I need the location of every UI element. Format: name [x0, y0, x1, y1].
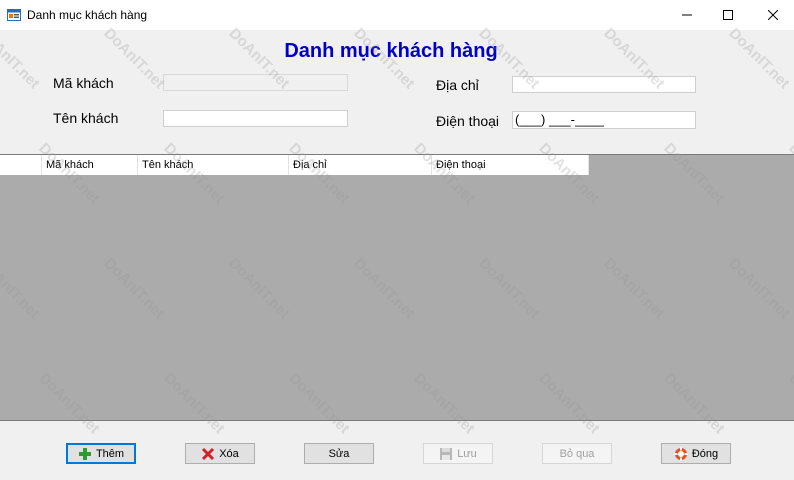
bo-qua-button[interactable]: Bỏ qua [542, 443, 612, 464]
plus-icon [78, 447, 91, 460]
sua-button[interactable]: Sửa [304, 443, 374, 464]
window-title: Danh mục khách hàng [27, 8, 148, 22]
grid-row-header-corner[interactable] [0, 155, 42, 175]
x-icon [202, 447, 215, 460]
title-bar[interactable]: Danh mục khách hàng [0, 0, 794, 30]
sua-button-label: Sửa [328, 447, 350, 460]
ten-khach-field[interactable] [163, 110, 348, 127]
dia-chi-label: Địa chỉ [436, 77, 479, 93]
maximize-icon [723, 10, 733, 20]
luu-button-label: Lưu [457, 447, 477, 460]
save-disk-icon [440, 447, 453, 460]
xoa-button-label: Xóa [219, 447, 239, 460]
column-header-ma-khach[interactable]: Mã khách [42, 155, 138, 175]
ma-khach-label: Mã khách [53, 75, 114, 91]
form-app-icon [7, 9, 21, 21]
form-heading: Danh mục khách hàng [284, 40, 498, 62]
lifebuoy-icon [674, 447, 688, 460]
app-window: Danh mục khách hàng Danh mục khách hàng … [0, 0, 794, 480]
column-header-ten-khach[interactable]: Tên khách [138, 155, 289, 175]
dia-chi-field[interactable] [512, 76, 696, 93]
ma-khach-field[interactable] [163, 74, 348, 91]
dien-thoai-field[interactable]: (___) ___-____ [512, 111, 696, 129]
minimize-button[interactable] [664, 0, 710, 30]
customer-grid[interactable]: Mã khách Tên khách Địa chỉ Điện thoại [0, 154, 794, 421]
grid-header: Mã khách Tên khách Địa chỉ Điện thoại [0, 155, 589, 175]
dien-thoai-label: Điện thoại [436, 113, 500, 129]
bo-qua-button-label: Bỏ qua [559, 447, 595, 460]
minimize-icon [682, 14, 692, 16]
close-icon [768, 10, 778, 20]
maximize-button[interactable] [705, 0, 751, 30]
dong-button[interactable]: Đóng [661, 443, 731, 464]
them-button[interactable]: Thêm [66, 443, 136, 464]
close-window-button[interactable] [750, 0, 794, 30]
ten-khach-label: Tên khách [53, 110, 119, 126]
them-button-label: Thêm [95, 447, 125, 460]
xoa-button[interactable]: Xóa [185, 443, 255, 464]
column-header-dia-chi[interactable]: Địa chỉ [289, 155, 432, 175]
luu-button[interactable]: Lưu [423, 443, 493, 464]
dong-button-label: Đóng [691, 447, 719, 460]
column-header-dien-thoai[interactable]: Điện thoại [432, 155, 589, 175]
